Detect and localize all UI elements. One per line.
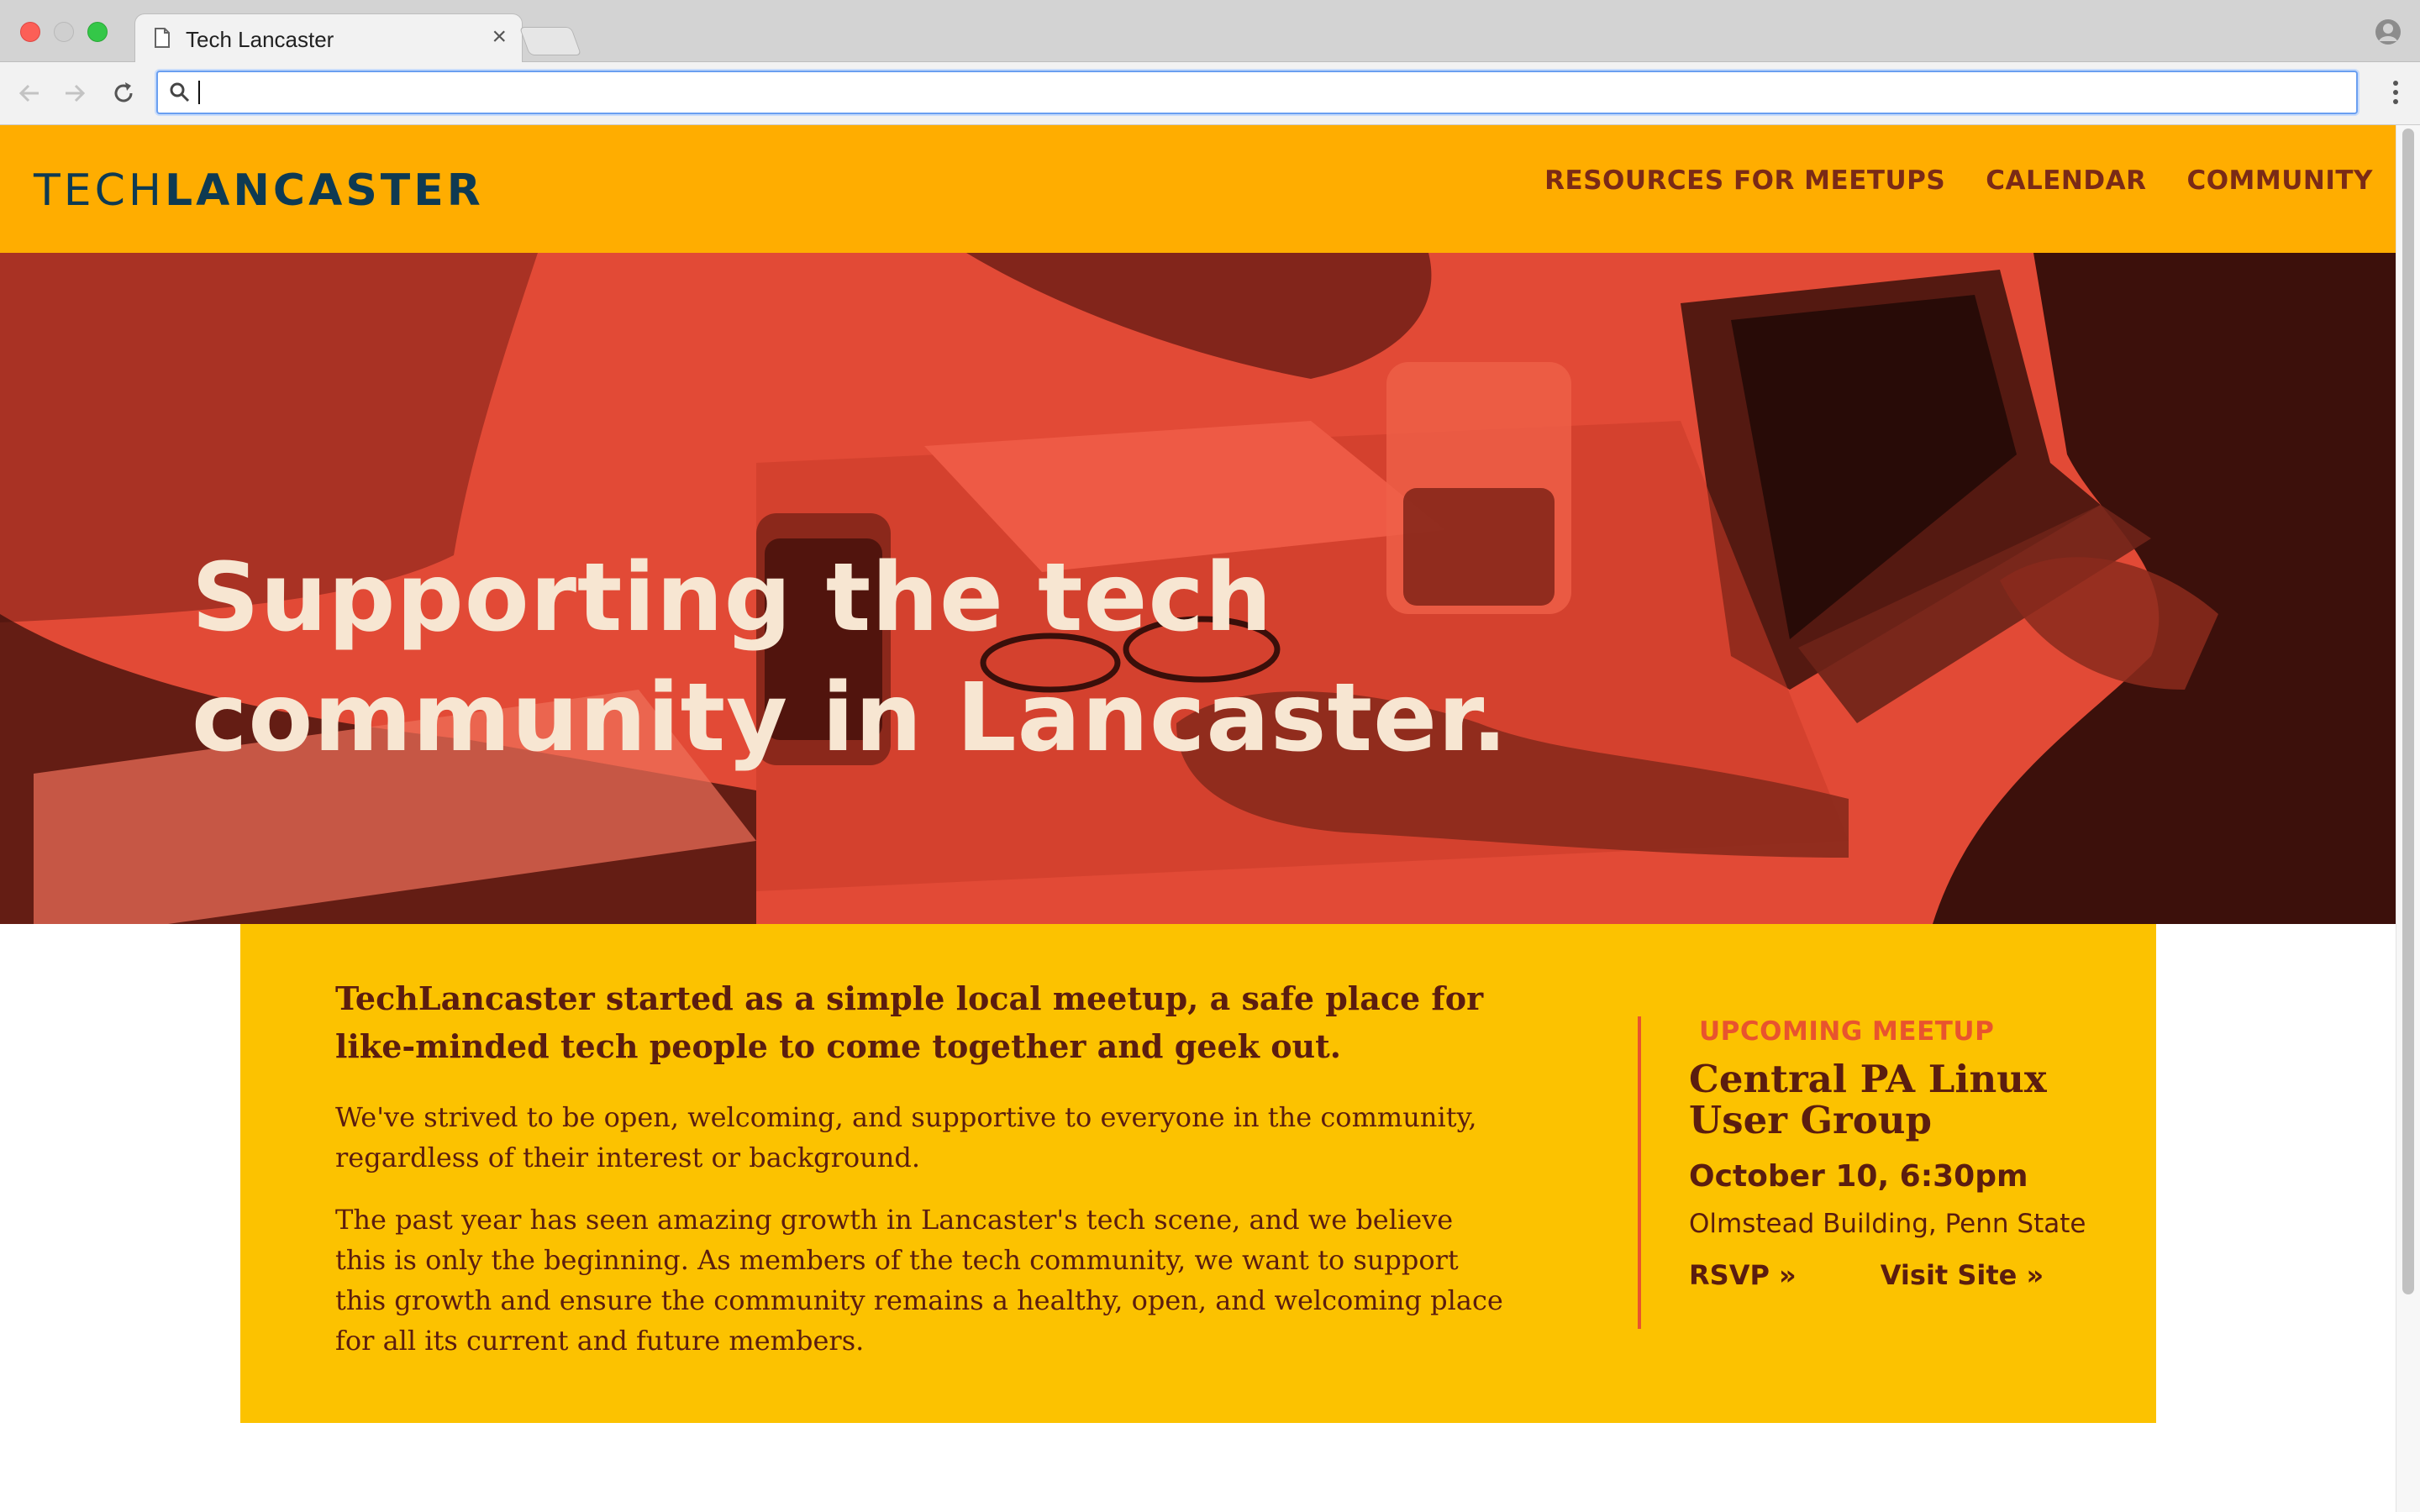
maximize-window-button[interactable] — [87, 22, 108, 42]
logo-bold-text: LANCASTER — [165, 165, 484, 216]
browser-tab-strip: Tech Lancaster × — [0, 0, 2420, 63]
site-logo[interactable]: TECHLANCASTER — [34, 165, 484, 216]
site-header: TECHLANCASTER RESOURCES FOR MEETUPS CALE… — [0, 125, 2396, 253]
nav-resources-for-meetups[interactable]: RESOURCES FOR MEETUPS — [1544, 165, 1945, 196]
visit-site-link[interactable]: Visit Site » — [1881, 1259, 2044, 1291]
browser-toolbar — [0, 62, 2420, 125]
meetup-location: Olmstead Building, Penn State — [1689, 1209, 2086, 1239]
rsvp-link[interactable]: RSVP » — [1689, 1259, 1797, 1291]
close-window-button[interactable] — [20, 22, 40, 42]
intro-card: TechLancaster started as a simple local … — [240, 924, 2156, 1423]
nav-community[interactable]: COMMUNITY — [2186, 165, 2373, 196]
page-scrollbar[interactable] — [2396, 125, 2420, 1512]
meetup-links: RSVP » Visit Site » — [1689, 1259, 2126, 1291]
intro-paragraph-1: We've strived to be open, welcoming, and… — [335, 1101, 1477, 1173]
new-tab-button[interactable] — [518, 27, 582, 55]
address-bar[interactable] — [156, 71, 2358, 114]
minimize-window-button[interactable] — [54, 22, 74, 42]
card-divider — [1638, 1016, 1641, 1329]
profile-icon[interactable] — [2375, 18, 2402, 45]
hero-title: Supporting the tech community in Lancast… — [192, 543, 1508, 773]
forward-arrow-icon[interactable] — [60, 79, 89, 108]
intro-paragraph-2: The past year has seen amazing growth in… — [335, 1204, 1503, 1357]
intro-lead: TechLancaster started as a simple local … — [335, 979, 1484, 1065]
scrollbar-thumb[interactable] — [2402, 129, 2414, 1294]
search-icon — [170, 82, 190, 102]
page-viewport: TECHLANCASTER RESOURCES FOR MEETUPS CALE… — [0, 125, 2396, 1512]
nav-calendar[interactable]: CALENDAR — [1986, 165, 2146, 196]
reload-icon[interactable] — [109, 79, 138, 108]
logo-light-text: TECH — [34, 165, 166, 216]
browser-tab[interactable]: Tech Lancaster × — [134, 13, 523, 63]
back-arrow-icon[interactable] — [15, 79, 44, 108]
upcoming-meetup: UPCOMING MEETUP Central PA Linux User Gr… — [1689, 1016, 2126, 1291]
hero-banner: Supporting the tech community in Lancast… — [0, 253, 2396, 924]
meetup-name: Central PA Linux User Group — [1689, 1057, 2047, 1142]
meetup-date: October 10, 6:30pm — [1689, 1159, 2028, 1194]
meetup-eyebrow: UPCOMING MEETUP — [1699, 1016, 1995, 1047]
address-input[interactable] — [202, 74, 2339, 109]
page-icon — [155, 28, 170, 48]
text-caret — [198, 81, 200, 104]
more-menu-icon[interactable] — [2391, 81, 2400, 108]
main-nav: RESOURCES FOR MEETUPS CALENDAR COMMUNITY — [1544, 165, 2373, 196]
intro-copy: TechLancaster started as a simple local … — [335, 974, 1512, 1383]
tab-title: Tech Lancaster — [186, 27, 334, 52]
close-icon[interactable]: × — [492, 24, 507, 50]
